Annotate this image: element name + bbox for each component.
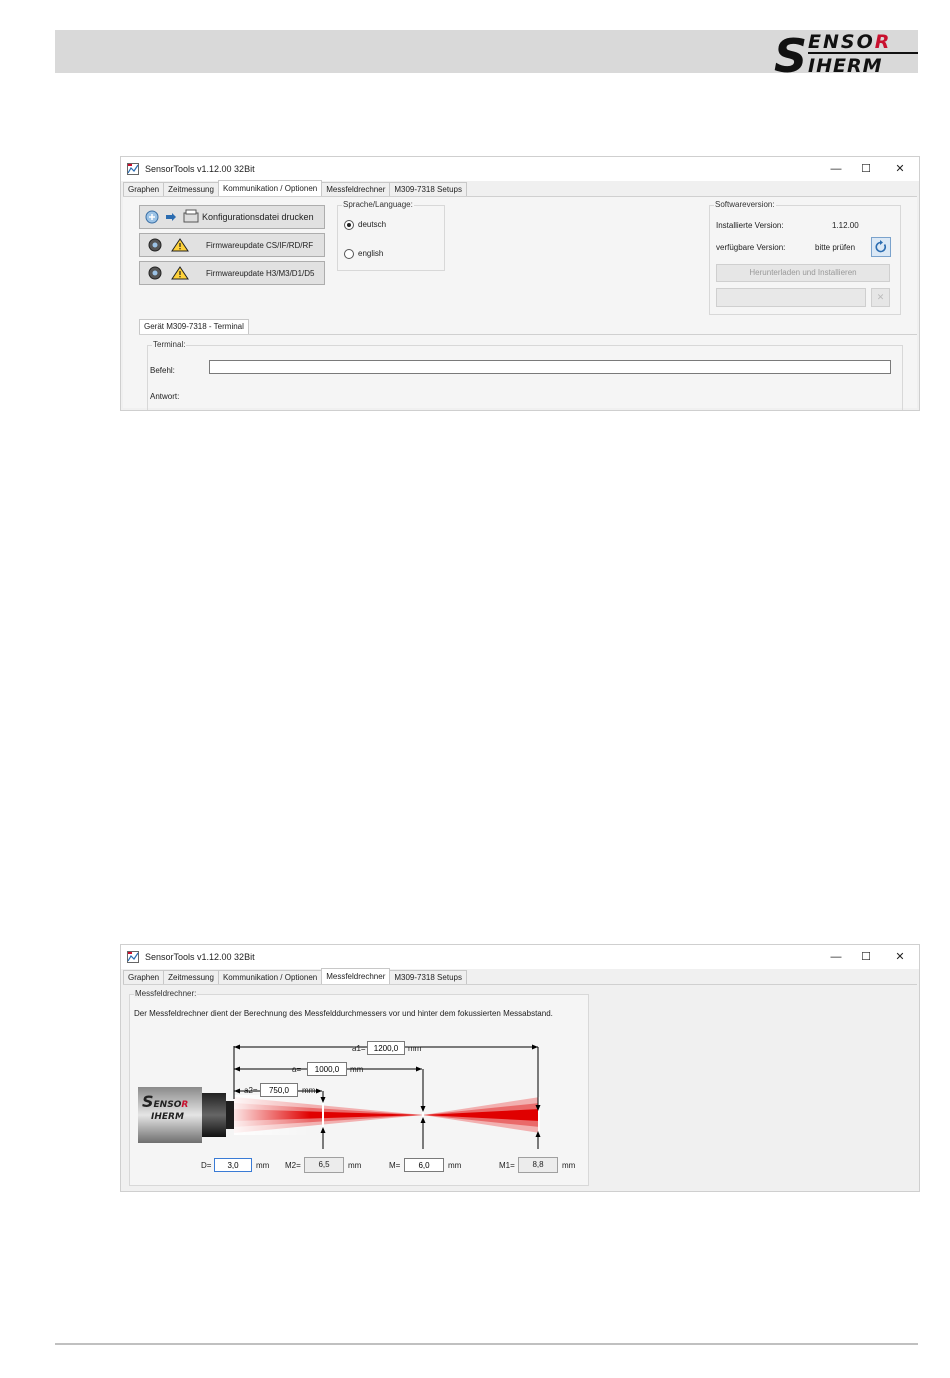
radio-english[interactable] — [344, 249, 354, 259]
terminal-group: Terminal: Befehl: Antwort: — [147, 340, 903, 410]
red-beam — [234, 1095, 540, 1135]
M1-output: 8,8 — [518, 1157, 558, 1173]
footer-rule — [55, 1343, 918, 1345]
tab-kommunikation[interactable]: Kommunikation / Optionen — [217, 970, 323, 984]
tab-device-terminal[interactable]: Gerät M309-7318 - Terminal — [139, 319, 249, 334]
M-unit: mm — [448, 1161, 462, 1170]
tab-messfeldrechner[interactable]: Messfeldrechner — [321, 182, 391, 196]
app-chart-icon — [127, 951, 139, 963]
software-group-label: Softwareversion: — [714, 200, 776, 209]
window-title: SensorTools v1.12.00 32Bit — [145, 164, 255, 174]
maximize-button[interactable]: ☐ — [853, 948, 879, 966]
tab-setups[interactable]: M309-7318 Setups — [389, 970, 467, 984]
software-version-group: Softwareversion: Installierte Version: 1… — [709, 200, 901, 315]
D-input[interactable] — [214, 1158, 252, 1172]
main-tabs: Graphen Zeitmessung Kommunikation / Opti… — [123, 180, 467, 196]
tab-content-kommunikation: Konfigurationsdatei drucken Firmwareupda… — [123, 196, 917, 410]
tab-graphen[interactable]: Graphen — [123, 182, 165, 196]
gear-warning-icon — [148, 266, 189, 280]
camera-logo-bottom: IHERM — [151, 1112, 184, 1122]
tab-graphen[interactable]: Graphen — [123, 970, 165, 984]
answer-label: Antwort: — [150, 392, 180, 401]
calculator-description: Der Messfeldrechner dient der Berechnung… — [134, 1009, 553, 1018]
minimize-button[interactable]: — — [823, 948, 849, 966]
logo-bottom-text: IHERM — [808, 55, 883, 76]
app-chart-icon — [127, 163, 139, 175]
tab-kommunikation[interactable]: Kommunikation / Optionen — [217, 180, 323, 196]
radio-deutsch[interactable] — [344, 220, 354, 230]
installed-version-value: 1.12.00 — [832, 221, 859, 230]
M2-unit: mm — [348, 1161, 362, 1170]
terminal-panel: Terminal: Befehl: Antwort: — [139, 334, 917, 410]
window-titlebar: SensorTools v1.12.00 32Bit — ☐ ✕ — [121, 945, 919, 969]
available-version-label: verfügbare Version: — [716, 243, 786, 252]
sensor-camera: SENSOR IHERM — [138, 1087, 234, 1143]
M1-label: M1= — [499, 1161, 515, 1170]
M2-label: M2= — [285, 1161, 301, 1170]
download-progress-bar — [716, 288, 866, 307]
logo-top-text: ENSOR — [808, 31, 891, 53]
D-unit: mm — [256, 1161, 270, 1170]
calculator-group: Messfeldrechner: Der Messfeldrechner die… — [129, 989, 589, 1186]
print-config-label: Konfigurationsdatei drucken — [202, 212, 314, 222]
refresh-button[interactable] — [871, 237, 891, 257]
maximize-button[interactable]: ☐ — [853, 160, 879, 178]
language-group-label: Sprache/Language: — [342, 200, 414, 209]
logo-rule — [808, 52, 918, 54]
print-config-button[interactable]: Konfigurationsdatei drucken — [139, 205, 325, 229]
terminal-group-label: Terminal: — [152, 340, 187, 349]
firmware-update-cs-button[interactable]: Firmwareupdate CS/IF/RD/RF — [139, 233, 325, 257]
radio-deutsch-label: deutsch — [358, 220, 387, 229]
M-input[interactable] — [404, 1158, 444, 1172]
gear-warning-icon — [148, 238, 189, 252]
available-version-value: bitte prüfen — [815, 243, 856, 252]
command-input[interactable] — [209, 360, 891, 374]
a2-input[interactable] — [260, 1083, 298, 1097]
a-unit: mm — [350, 1065, 364, 1074]
sensortools-window-calculator: SensorTools v1.12.00 32Bit — ☐ ✕ Graphen… — [120, 944, 920, 1192]
main-tabs: Graphen Zeitmessung Kommunikation / Opti… — [123, 968, 467, 984]
installed-version-label: Installierte Version: — [716, 221, 784, 230]
logo-s-letter: S — [774, 29, 807, 76]
minimize-button[interactable]: — — [823, 160, 849, 178]
firmware-update-h3-button[interactable]: Firmwareupdate H3/M3/D1/D5 — [139, 261, 325, 285]
a-label: a= — [292, 1065, 302, 1074]
window-title: SensorTools v1.12.00 32Bit — [145, 952, 255, 962]
close-button[interactable]: ✕ — [887, 948, 913, 966]
sensortherm-logo: S ENSOR IHERM — [774, 29, 918, 76]
a-input[interactable] — [307, 1062, 347, 1076]
a1-label: a1= — [352, 1044, 366, 1053]
tab-zeitmessung[interactable]: Zeitmessung — [163, 182, 219, 196]
radio-english-label: english — [358, 249, 384, 258]
firmware-update-h3-label: Firmwareupdate H3/M3/D1/D5 — [206, 269, 315, 278]
close-button[interactable]: ✕ — [887, 160, 913, 178]
a1-unit: mm — [408, 1044, 422, 1053]
sensortools-window-communication: SensorTools v1.12.00 32Bit — ☐ ✕ Graphen… — [120, 156, 920, 411]
calculator-group-label: Messfeldrechner: — [134, 989, 198, 998]
tab-content-messfeldrechner: Messfeldrechner: Der Messfeldrechner die… — [123, 984, 917, 1189]
refresh-icon — [875, 240, 886, 253]
M-label: M= — [389, 1161, 401, 1170]
tab-messfeldrechner[interactable]: Messfeldrechner — [321, 968, 391, 984]
M1-unit: mm — [562, 1161, 576, 1170]
a1-input[interactable] — [367, 1041, 405, 1055]
command-label: Befehl: — [150, 366, 175, 375]
a2-unit: mm — [302, 1086, 316, 1095]
language-group: Sprache/Language: deutsch english — [337, 200, 445, 271]
firmware-update-cs-label: Firmwareupdate CS/IF/RD/RF — [206, 241, 314, 250]
download-install-button[interactable]: Herunterladen und Installieren — [716, 264, 890, 282]
a2-label: a2= — [244, 1086, 258, 1095]
D-label: D= — [201, 1161, 212, 1170]
tab-zeitmessung[interactable]: Zeitmessung — [163, 970, 219, 984]
window-titlebar: SensorTools v1.12.00 32Bit — ☐ ✕ — [121, 157, 919, 181]
tab-setups[interactable]: M309-7318 Setups — [389, 182, 467, 196]
M2-output: 6,5 — [304, 1157, 344, 1173]
print-config-icon — [145, 209, 199, 224]
cancel-download-button[interactable]: ✕ — [871, 288, 890, 307]
cancel-icon: ✕ — [876, 292, 885, 302]
